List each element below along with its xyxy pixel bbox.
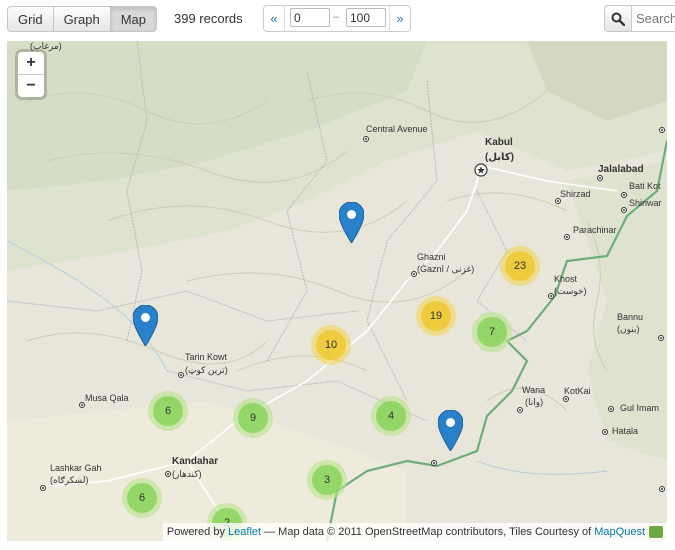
map-marker-icon[interactable]: [438, 410, 463, 451]
cluster-count: 10: [316, 330, 346, 360]
place-label: Kabul: [485, 137, 513, 148]
place-label: Parachinar: [573, 225, 617, 235]
place-label: (کابل): [485, 152, 514, 163]
cluster-count: 19: [421, 301, 451, 331]
marker-cluster[interactable]: 10: [311, 325, 351, 365]
cluster-count: 7: [477, 317, 507, 347]
place-dot: [517, 407, 523, 413]
place-label: Musa Qala: [85, 393, 129, 403]
place-dot: [658, 335, 664, 341]
marker-cluster[interactable]: 7: [472, 312, 512, 352]
place-label: (کندهار): [172, 469, 202, 479]
marker-cluster[interactable]: 6: [122, 478, 162, 518]
mapquest-logo-icon: [649, 526, 663, 538]
place-label: Wana: [522, 385, 546, 395]
place-label: Kandahar: [172, 456, 219, 467]
place-dot: [659, 486, 665, 492]
place-label: Khost: [554, 274, 578, 284]
place-dot: [621, 192, 627, 198]
zoom-in-button[interactable]: +: [18, 52, 44, 75]
place-label: Tarin Kowt: [185, 352, 228, 362]
pager-to-input[interactable]: [346, 8, 386, 27]
place-label: Hatala: [612, 426, 639, 436]
graph-view-button[interactable]: Graph: [52, 6, 111, 32]
place-label: Shinwar: [629, 198, 662, 208]
place-dot: [602, 429, 608, 435]
place-dot: [165, 471, 171, 477]
map-marker-icon[interactable]: [133, 305, 158, 346]
search-icon: [611, 12, 625, 26]
zoom-out-button[interactable]: −: [18, 75, 44, 97]
place-label: Bannu: [617, 312, 644, 322]
search-input[interactable]: [631, 5, 675, 32]
zoom-control: + −: [18, 52, 44, 97]
map-view-button[interactable]: Map: [109, 6, 157, 32]
leaflet-link[interactable]: Leaflet: [228, 526, 261, 538]
place-label: (مرغاب): [30, 41, 62, 51]
marker-cluster[interactable]: 4: [371, 396, 411, 436]
place-label: Jalalabad: [598, 164, 644, 175]
place-dot: [79, 402, 85, 408]
cluster-count: 23: [505, 251, 535, 281]
place-dot: [555, 198, 561, 204]
search-button[interactable]: [604, 5, 632, 32]
place-label: Gul Imam: [620, 403, 660, 413]
capital-icon: [474, 163, 488, 177]
map[interactable]: + − (مرغاب) Central Avenue Kabul (کابل) …: [7, 41, 667, 541]
place-dot: [608, 406, 614, 412]
place-label: KotKai: [564, 386, 591, 396]
cluster-count: 4: [376, 401, 406, 431]
place-label: (Ġaznī / غزنی): [417, 264, 475, 274]
record-count: 399 records: [174, 11, 243, 26]
map-attribution: Powered by Leaflet — Map data © 2011 Ope…: [162, 523, 667, 541]
mapquest-link[interactable]: MapQuest: [594, 526, 645, 538]
grid-view-button[interactable]: Grid: [7, 6, 54, 32]
cluster-count: 9: [238, 403, 268, 433]
place-dot: [621, 207, 627, 213]
marker-cluster[interactable]: 19: [416, 296, 456, 336]
marker-cluster[interactable]: 6: [148, 391, 188, 431]
map-marker-icon[interactable]: [339, 202, 364, 243]
cluster-count: 6: [153, 396, 183, 426]
attribution-prefix: Powered by: [166, 526, 225, 538]
cluster-count: 6: [127, 483, 157, 513]
pager-from-input[interactable]: [290, 8, 330, 27]
place-label: (لښکرګاه): [50, 475, 89, 485]
view-switcher: Grid Graph Map: [7, 6, 157, 32]
pager-prev-button[interactable]: «: [264, 6, 285, 31]
pager-dash: –: [333, 11, 340, 23]
place-dot: [178, 372, 184, 378]
place-dot: [564, 234, 570, 240]
place-label: Central Avenue: [366, 124, 428, 134]
place-dot: [431, 460, 437, 466]
place-dot: [563, 396, 569, 402]
place-label: Bati Kot: [629, 181, 661, 191]
place-dot: [363, 136, 369, 142]
pager-next-button[interactable]: »: [389, 6, 410, 31]
place-dot: [659, 127, 665, 133]
place-label: (وانا): [525, 397, 544, 407]
place-dot: [597, 175, 603, 181]
place-label: Lashkar Gah: [50, 463, 102, 473]
place-dot: [40, 485, 46, 491]
marker-cluster[interactable]: 23: [500, 246, 540, 286]
cluster-count: 3: [312, 465, 342, 495]
place-label: Ghazni: [417, 252, 446, 262]
place-label: (ترین کوټ): [185, 365, 228, 375]
marker-cluster[interactable]: 9: [233, 398, 273, 438]
place-label: (خوست): [554, 286, 587, 296]
marker-cluster[interactable]: 3: [307, 460, 347, 500]
place-label: Shirzad: [560, 189, 591, 199]
pager: « – »: [263, 5, 411, 32]
place-label: (بنوں): [617, 324, 640, 334]
attribution-text: — Map data © 2011 OpenStreetMap contribu…: [264, 526, 592, 538]
